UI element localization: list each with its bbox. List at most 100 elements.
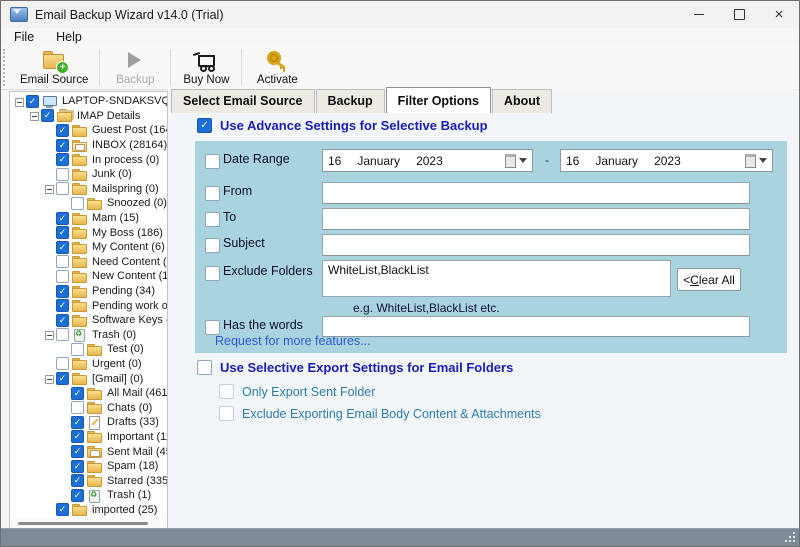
collapse-expander-icon[interactable]	[44, 329, 55, 340]
tree-checkbox[interactable]	[56, 357, 69, 370]
tree-checkbox[interactable]	[71, 416, 84, 429]
tree-item[interactable]: Pending (34)	[10, 284, 167, 299]
from-checkbox[interactable]	[205, 186, 220, 201]
collapse-expander-icon[interactable]	[14, 96, 25, 107]
tree-item[interactable]: In process (0)	[10, 152, 167, 167]
tree-item[interactable]: Urgent (0)	[10, 357, 167, 372]
exclude-folders-input[interactable]: WhiteList,BlackList	[322, 260, 671, 297]
collapse-expander-icon[interactable]	[44, 183, 55, 194]
tree-item[interactable]: [Gmail] (0)	[10, 371, 167, 386]
tree-checkbox[interactable]	[56, 372, 69, 385]
tree-item[interactable]: Mam (15)	[10, 211, 167, 226]
clear-all-button[interactable]: <Clear All	[677, 268, 741, 291]
tree-item[interactable]: Mailspring (0)	[10, 182, 167, 197]
tree-checkbox[interactable]	[71, 489, 84, 502]
tree-item[interactable]: Junk (0)	[10, 167, 167, 182]
collapse-expander-icon[interactable]	[29, 110, 40, 121]
tree-item[interactable]: Sent Mail (4538)	[10, 444, 167, 459]
tree-checkbox[interactable]	[56, 314, 69, 327]
tree-checkbox[interactable]	[56, 285, 69, 298]
tree-checkbox[interactable]	[56, 139, 69, 152]
selective-export-checkbox[interactable]	[197, 360, 212, 375]
subject-input[interactable]	[322, 234, 750, 256]
menu-help[interactable]: Help	[56, 30, 82, 44]
tree-checkbox[interactable]	[56, 212, 69, 225]
tab-select-email-source[interactable]: Select Email Source	[171, 89, 315, 113]
from-input[interactable]	[322, 182, 750, 204]
tree-item[interactable]: Chats (0)	[10, 400, 167, 415]
date-to-field[interactable]: 16 January 2023	[560, 149, 773, 172]
tree-item[interactable]: Need Content (14)	[10, 255, 167, 270]
tree-checkbox[interactable]	[56, 168, 69, 181]
has-the-words-checkbox[interactable]	[205, 320, 220, 335]
tree-checkbox[interactable]	[56, 124, 69, 137]
tree-item[interactable]: Test (0)	[10, 342, 167, 357]
tree-checkbox[interactable]	[71, 474, 84, 487]
to-checkbox[interactable]	[205, 212, 220, 227]
tree-checkbox[interactable]	[56, 299, 69, 312]
tree-checkbox[interactable]	[56, 241, 69, 254]
tree-item[interactable]: imported (25)	[10, 503, 167, 517]
request-features-link[interactable]: Request for more features...	[215, 334, 371, 348]
tree-item[interactable]: Starred (335)	[10, 473, 167, 488]
tree-checkbox[interactable]	[56, 153, 69, 166]
tree-checkbox[interactable]	[71, 387, 84, 400]
maximize-icon[interactable]	[719, 1, 759, 28]
tree-item[interactable]: Guest Post (164)	[10, 123, 167, 138]
tree-item[interactable]: Important (11874)	[10, 430, 167, 445]
tree-checkbox[interactable]	[71, 343, 84, 356]
tab-filter-options[interactable]: Filter Options	[386, 87, 491, 113]
tree-checkbox[interactable]	[56, 226, 69, 239]
tree-item[interactable]: LAPTOP-SNDAKSVQ	[10, 94, 167, 109]
calendar-dropdown-icon[interactable]	[505, 154, 527, 168]
date-range-checkbox[interactable]	[205, 154, 220, 169]
tree-checkbox[interactable]	[56, 255, 69, 268]
tree-item[interactable]: INBOX (28164)	[10, 138, 167, 153]
date-from-field[interactable]: 16 January 2023	[322, 149, 533, 172]
exclude-folders-checkbox[interactable]	[205, 266, 220, 281]
tree-item[interactable]: Spam (18)	[10, 459, 167, 474]
tab-about[interactable]: About	[492, 89, 552, 113]
tree-checkbox[interactable]	[71, 460, 84, 473]
activate-button[interactable]: Activate	[244, 46, 310, 89]
tree-checkbox[interactable]	[71, 445, 84, 458]
tree-item[interactable]: All Mail (46180)	[10, 386, 167, 401]
tree-item[interactable]: IMAP Details	[10, 109, 167, 124]
tree-item[interactable]: Software Keys (36)	[10, 313, 167, 328]
email-source-button[interactable]: Email Source	[11, 46, 97, 89]
exclude-body-attachments-checkbox[interactable]	[219, 406, 234, 421]
calendar-dropdown-icon[interactable]	[745, 154, 767, 168]
tree-item[interactable]: Snoozed (0)	[10, 196, 167, 211]
resize-grip-icon[interactable]	[793, 540, 795, 542]
tree-checkbox[interactable]	[71, 401, 84, 414]
tree-item[interactable]: My Content (6)	[10, 240, 167, 255]
advance-settings-checkbox[interactable]	[197, 118, 212, 133]
buy-now-button[interactable]: Buy Now	[173, 46, 239, 89]
tree-item[interactable]: My Boss (186)	[10, 225, 167, 240]
horizontal-scrollbar[interactable]	[11, 518, 166, 528]
tree-checkbox[interactable]	[56, 328, 69, 341]
tree-checkbox[interactable]	[56, 270, 69, 283]
scrollbar-thumb[interactable]	[18, 522, 148, 525]
toolbar-grip[interactable]	[3, 49, 9, 86]
tree-checkbox[interactable]	[56, 182, 69, 195]
tree-item[interactable]: New Content (1)	[10, 269, 167, 284]
tree-checkbox[interactable]	[71, 197, 84, 210]
tab-backup[interactable]: Backup	[316, 89, 385, 113]
tree-item[interactable]: Trash (0)	[10, 328, 167, 343]
to-input[interactable]	[322, 208, 750, 230]
only-export-sent-checkbox[interactable]	[219, 384, 234, 399]
tree-checkbox[interactable]	[26, 95, 39, 108]
tree-item[interactable]: Pending work of sir (	[10, 298, 167, 313]
tree-item[interactable]: Trash (1)	[10, 488, 167, 503]
tree-checkbox[interactable]	[41, 109, 54, 122]
minimize-icon[interactable]	[679, 1, 719, 28]
tree-item[interactable]: Drafts (33)	[10, 415, 167, 430]
has-the-words-input[interactable]	[322, 316, 750, 337]
collapse-expander-icon[interactable]	[44, 373, 55, 384]
close-icon[interactable]: ×	[759, 1, 799, 28]
subject-checkbox[interactable]	[205, 238, 220, 253]
tree-checkbox[interactable]	[56, 503, 69, 516]
menu-file[interactable]: File	[14, 30, 34, 44]
tree-checkbox[interactable]	[71, 430, 84, 443]
